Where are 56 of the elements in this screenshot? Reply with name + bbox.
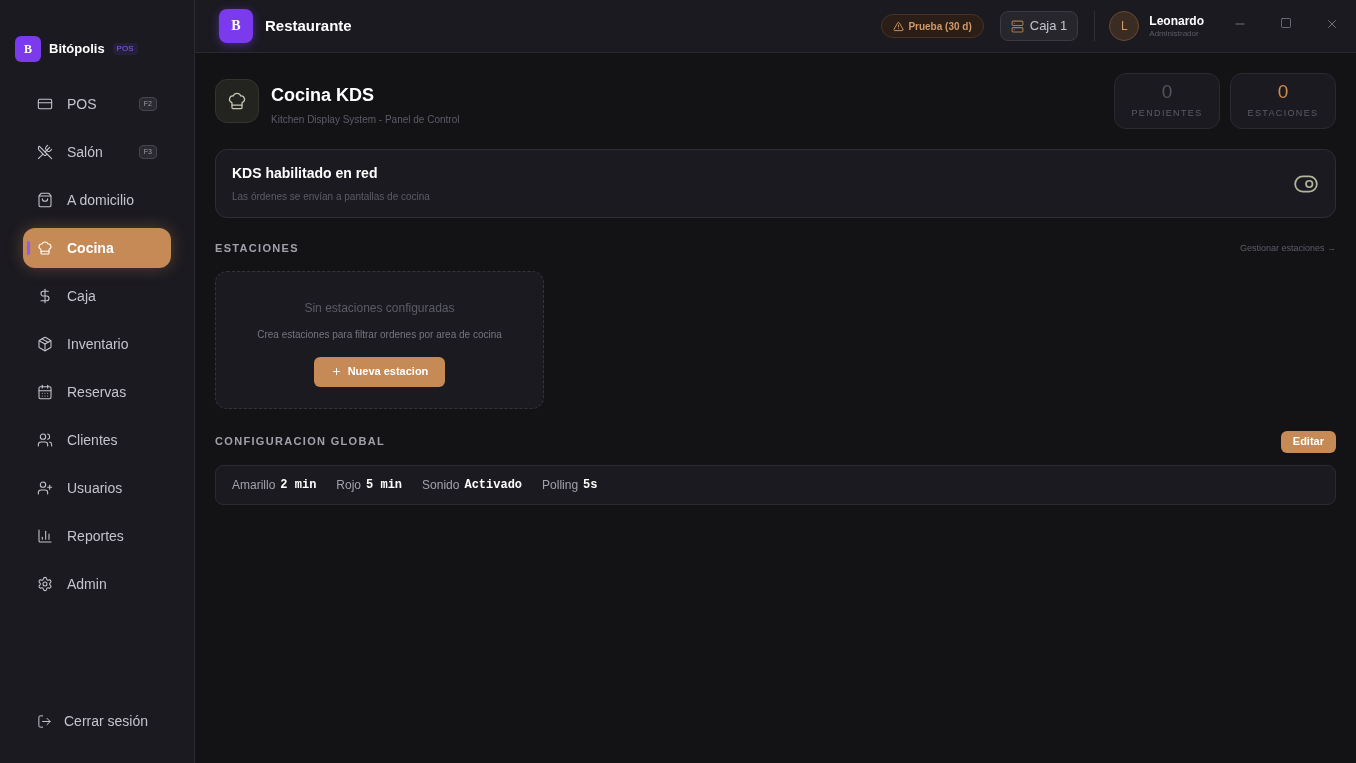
setting-value: 5s bbox=[583, 476, 598, 494]
bag-icon bbox=[37, 192, 53, 208]
utensils-icon bbox=[37, 144, 53, 160]
trial-badge: Prueba (30 d) bbox=[881, 14, 984, 38]
kds-description: Las órdenes se envían a pantallas de cocina bbox=[232, 190, 430, 204]
logout-button[interactable]: Cerrar sesión bbox=[37, 711, 149, 731]
stat-label: ESTACIONES bbox=[1247, 106, 1319, 120]
section-heading: ESTACIONES bbox=[215, 241, 299, 256]
active-indicator bbox=[27, 241, 30, 255]
setting-label: Amarillo bbox=[232, 476, 276, 494]
calendar-icon bbox=[37, 384, 53, 400]
stat-value: 0 bbox=[1161, 81, 1173, 101]
nav-item[interactable]: Usuarios bbox=[23, 468, 171, 508]
user-plus-icon bbox=[37, 480, 53, 496]
page-subtitle: Kitchen Display System - Panel de Control bbox=[271, 113, 460, 127]
setting-label: Polling bbox=[542, 476, 579, 494]
card-icon bbox=[37, 96, 53, 112]
setting-value: Activado bbox=[464, 476, 523, 494]
nav-item[interactable]: Reportes bbox=[23, 516, 171, 556]
empty-title: Sin estaciones configuradas bbox=[304, 299, 455, 317]
plus-icon bbox=[330, 366, 342, 377]
setting-label: Sonido bbox=[422, 476, 460, 494]
server-icon bbox=[1010, 19, 1024, 33]
user-role: Administrador bbox=[1149, 29, 1200, 39]
empty-text: Crea estaciones para filtrar ordenes por area de cocina bbox=[257, 327, 502, 342]
nav-item[interactable]: Clientes bbox=[23, 420, 171, 460]
kds-title: KDS habilitado en red bbox=[232, 164, 379, 183]
nav-item[interactable]: A domicilio bbox=[23, 180, 171, 220]
nav-item[interactable]: Caja bbox=[23, 276, 171, 316]
nav-item[interactable]: Admin bbox=[23, 564, 171, 604]
stat-label: PENDIENTES bbox=[1131, 106, 1203, 120]
chef-hat-icon bbox=[227, 91, 247, 111]
stat-value: 0 bbox=[1277, 81, 1289, 101]
settings-icon bbox=[37, 576, 53, 592]
app-logo: B bbox=[219, 9, 253, 43]
users-icon bbox=[37, 432, 53, 448]
section-heading: CONFIGURACION GLOBAL bbox=[215, 434, 385, 450]
brand-name: Bitópolis bbox=[49, 40, 105, 59]
nav-item[interactable]: Reservas bbox=[23, 372, 171, 412]
bar-chart-icon bbox=[37, 528, 53, 544]
box-icon bbox=[37, 336, 53, 352]
setting-value: 5 min bbox=[366, 476, 403, 494]
nav-item[interactable]: Inventario bbox=[23, 324, 171, 364]
register-button[interactable]: Caja 1 bbox=[999, 11, 1079, 41]
dollar-icon bbox=[37, 288, 53, 304]
setting-value: 2 min bbox=[280, 476, 317, 494]
page-title: Cocina KDS bbox=[271, 84, 376, 107]
user-name: Leonardo bbox=[1149, 13, 1204, 29]
chef-hat-icon bbox=[37, 240, 53, 256]
user-avatar[interactable]: L bbox=[1109, 11, 1140, 41]
brand-badge: POS bbox=[112, 43, 138, 55]
brand-logo: B bbox=[15, 36, 41, 62]
setting-label: Rojo bbox=[336, 476, 362, 494]
logout-icon bbox=[37, 713, 52, 729]
app-title: Restaurante bbox=[265, 15, 352, 36]
warning-icon bbox=[893, 20, 905, 32]
